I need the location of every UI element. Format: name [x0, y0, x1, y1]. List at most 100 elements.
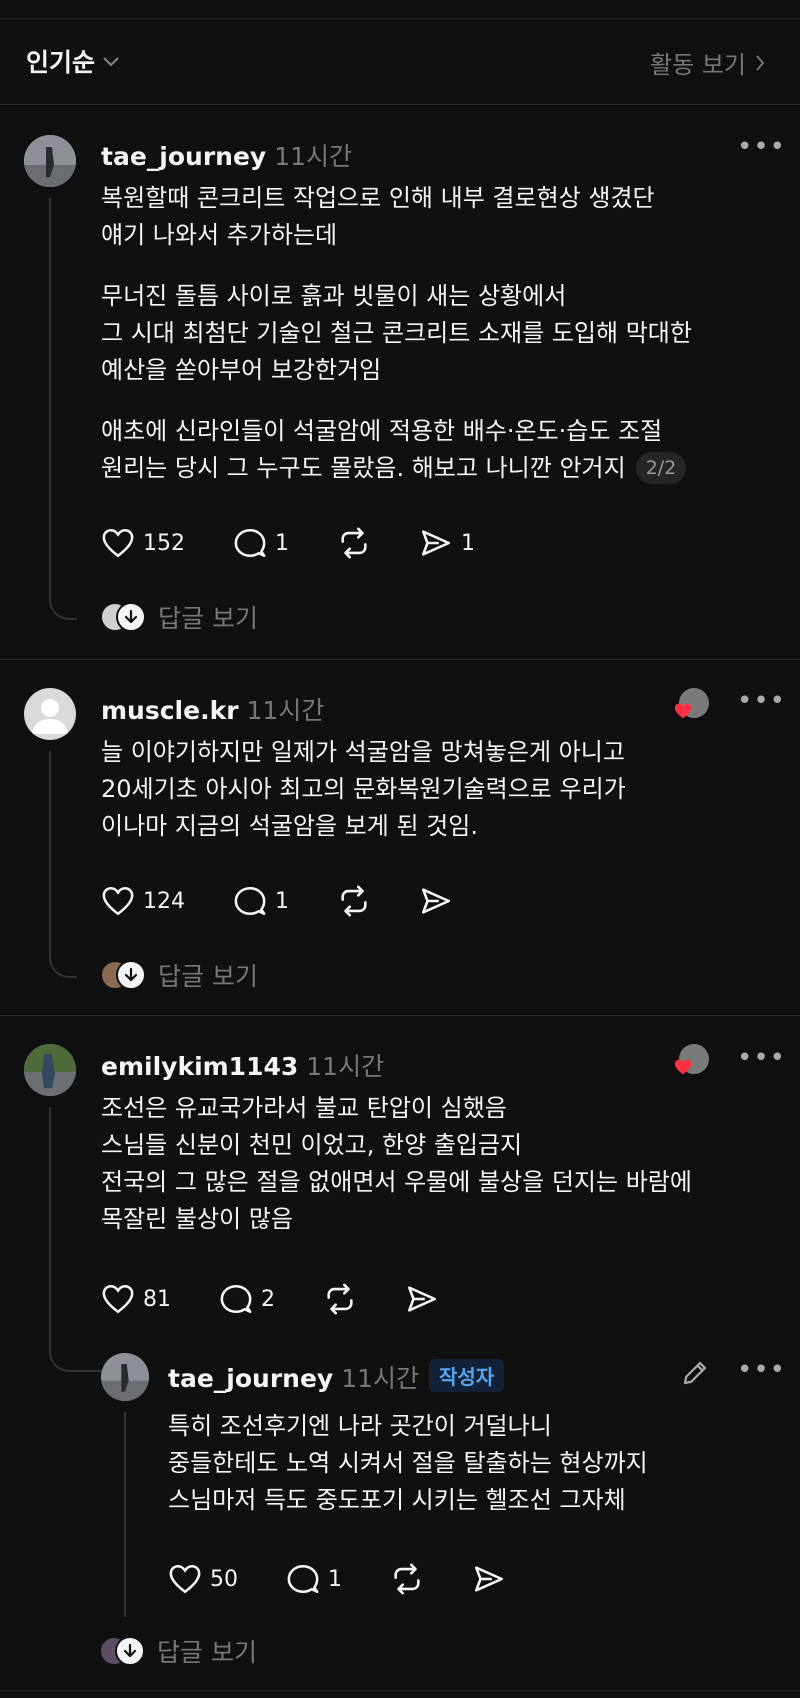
send-icon — [421, 888, 451, 914]
repost-icon — [394, 1563, 420, 1595]
comment-bubble-icon — [234, 886, 266, 916]
reply-username[interactable]: tae_journey 11시간 작성자 — [168, 1359, 505, 1395]
like-count: 50 — [210, 1566, 238, 1592]
view-replies-label: 답글 보기 — [158, 604, 258, 633]
top-divider — [0, 18, 800, 19]
more-options-button[interactable]: ••• — [737, 1355, 786, 1385]
repost-icon — [327, 1283, 353, 1315]
like-count: 124 — [143, 888, 185, 914]
sort-dropdown[interactable]: 인기순 — [26, 43, 121, 79]
like-count: 152 — [143, 530, 185, 556]
more-options-button[interactable]: ••• — [737, 686, 786, 716]
activity-label: 활동 보기 — [650, 51, 746, 79]
thread-line — [124, 1412, 126, 1617]
view-replies-link[interactable]: 답글 보기 — [99, 1633, 257, 1669]
like-button[interactable]: 50 — [168, 1563, 238, 1595]
repost-button[interactable] — [390, 1563, 424, 1595]
share-button[interactable] — [419, 885, 453, 917]
avatar[interactable] — [24, 1044, 76, 1096]
replier-avatars — [99, 1636, 145, 1666]
heart-icon — [102, 1284, 134, 1314]
view-activity-link[interactable]: 활동 보기 — [650, 45, 766, 80]
arrow-down-circle-icon — [116, 960, 146, 990]
thread-curve — [49, 1350, 105, 1372]
send-icon — [421, 530, 451, 556]
comment-username[interactable]: emilykim1143 11시간 — [101, 1047, 384, 1083]
bottom-divider — [0, 1690, 800, 1691]
like-button[interactable]: 81 — [101, 1283, 171, 1315]
view-replies-label: 답글 보기 — [157, 1638, 257, 1667]
comment-paragraph: 조선은 유교국가라서 불교 탄압이 심했음 스님들 신분이 천민 이었고, 한양… — [101, 1094, 692, 1233]
reply-button[interactable]: 1 — [286, 1563, 342, 1595]
reply-count: 1 — [275, 530, 289, 556]
avatar[interactable] — [24, 688, 76, 740]
repost-button[interactable] — [337, 885, 371, 917]
send-icon — [407, 1286, 437, 1312]
heart-filled-icon — [674, 703, 692, 719]
comment-divider — [0, 659, 800, 660]
reply-button[interactable]: 2 — [219, 1283, 275, 1315]
comment-username[interactable]: muscle.kr 11시간 — [101, 691, 324, 727]
reply-button[interactable]: 1 — [233, 885, 289, 917]
author-liked-indicator — [673, 688, 709, 722]
thread-line — [49, 198, 51, 598]
comment-username[interactable]: tae_journey 11시간 — [101, 137, 352, 173]
arrow-down-circle-icon — [115, 1636, 145, 1666]
heart-icon — [102, 886, 134, 916]
replier-avatars — [100, 602, 146, 632]
view-replies-label: 답글 보기 — [158, 962, 258, 991]
comment-bubble-icon — [220, 1284, 252, 1314]
comment-divider — [0, 1015, 800, 1016]
comment-paragraph: 애초에 신라인들이 석굴암에 적용한 배수·온도·습도 조절 원리는 당시 그 … — [101, 413, 687, 487]
repost-icon — [341, 885, 367, 917]
chevron-right-icon — [756, 54, 765, 71]
heart-icon — [102, 528, 134, 558]
comment-bubble-icon — [234, 528, 266, 558]
thread-curve — [49, 956, 77, 978]
reply-paragraph: 특히 조선후기엔 나라 곳간이 거덜나니 중들한테도 노역 시켜서 절을 탈출하… — [168, 1412, 648, 1514]
header-divider — [0, 104, 800, 105]
thread-line — [49, 1107, 51, 1350]
comment-paragraph: 무너진 돌틈 사이로 흙과 빗물이 새는 상황에서 그 시대 최첨단 기술인 철… — [101, 282, 692, 384]
share-count: 1 — [461, 530, 475, 556]
reply-time: 11시간 — [341, 1364, 420, 1393]
reply-count: 1 — [328, 1566, 342, 1592]
view-replies-link[interactable]: 답글 보기 — [100, 599, 258, 635]
reply-button[interactable]: 1 — [233, 527, 289, 559]
reply-count: 2 — [261, 1286, 275, 1312]
avatar[interactable] — [24, 135, 76, 187]
share-button[interactable] — [472, 1563, 506, 1595]
more-options-button[interactable]: ••• — [737, 132, 786, 162]
like-count: 81 — [143, 1286, 171, 1312]
send-icon — [474, 1566, 504, 1592]
reply-count: 1 — [275, 888, 289, 914]
comment-time: 11시간 — [306, 1052, 385, 1081]
share-button[interactable] — [405, 1283, 439, 1315]
share-button[interactable]: 1 — [419, 527, 475, 559]
chevron-down-icon — [103, 57, 119, 67]
more-options-button[interactable]: ••• — [737, 1043, 786, 1073]
comment-time: 11시간 — [274, 142, 353, 171]
view-replies-link[interactable]: 답글 보기 — [100, 957, 258, 993]
comment-paragraph: 복원할때 콘크리트 작업으로 인해 내부 결로현상 생겼단 얘기 나와서 추가하… — [101, 184, 655, 249]
repost-icon — [341, 527, 367, 559]
repost-button[interactable] — [323, 1283, 357, 1315]
sort-label: 인기순 — [26, 48, 96, 77]
replier-avatars — [100, 960, 146, 990]
thread-line — [49, 751, 51, 956]
arrow-down-circle-icon — [116, 602, 146, 632]
page-indicator-badge: 2/2 — [635, 452, 687, 484]
author-liked-indicator — [673, 1044, 709, 1078]
comment-bubble-icon — [287, 1564, 319, 1594]
edit-pencil-icon[interactable] — [680, 1358, 710, 1388]
comment-time: 11시간 — [246, 696, 325, 725]
repost-button[interactable] — [337, 527, 371, 559]
like-button[interactable]: 124 — [101, 885, 185, 917]
avatar[interactable] — [101, 1353, 149, 1401]
heart-icon — [169, 1564, 201, 1594]
comment-paragraph: 늘 이야기하지만 일제가 석굴암을 망쳐놓은게 아니고 20세기초 아시아 최고… — [101, 738, 626, 840]
thread-curve — [49, 598, 77, 620]
like-button[interactable]: 152 — [101, 527, 185, 559]
author-badge: 작성자 — [429, 1359, 505, 1392]
heart-filled-icon — [674, 1059, 692, 1075]
